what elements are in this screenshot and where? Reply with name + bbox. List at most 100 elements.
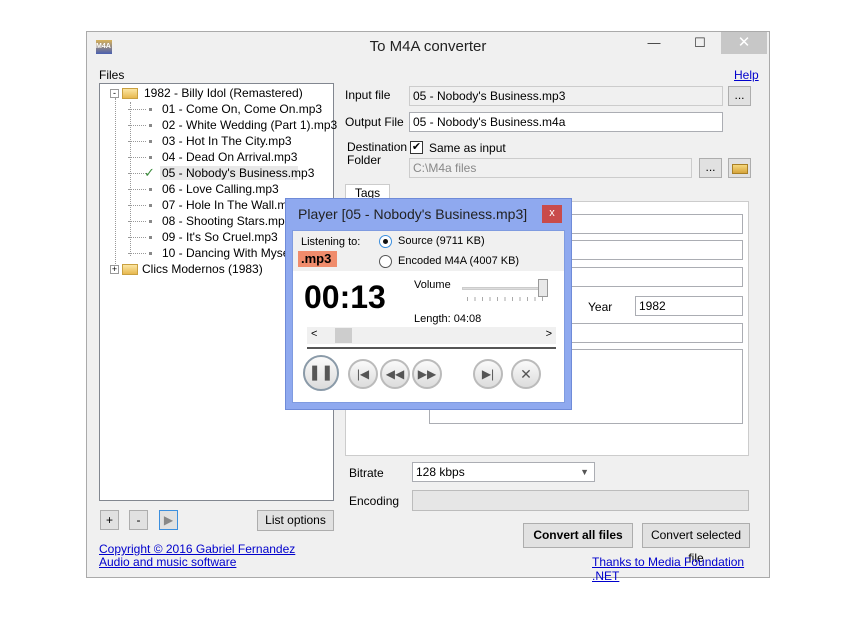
tree-track[interactable]: 03 - Hot In The City.mp3 (100, 133, 330, 149)
close-button[interactable]: ✕ (721, 32, 767, 54)
maximize-button[interactable]: ☐ (677, 32, 723, 54)
volume-label: Volume (414, 279, 451, 291)
tree-album[interactable]: - 1982 - Billy Idol (Remastered) (100, 85, 330, 101)
check-icon: ✓ (144, 165, 155, 180)
source-label: Source (9711 KB) (398, 235, 485, 247)
convert-all-button[interactable]: Convert all files (523, 523, 633, 548)
source-radio[interactable] (379, 235, 392, 248)
track-label: 09 - It's So Cruel.mp3 (162, 230, 278, 244)
collapse-icon[interactable]: - (110, 89, 119, 98)
close-icon: ✕ (520, 366, 532, 382)
track-label: 01 - Come On, Come On.mp3 (162, 102, 323, 116)
position-line (307, 347, 556, 349)
player-body: Listening to: .mp3 Source (9711 KB) Enco… (292, 230, 565, 403)
software-link[interactable]: Audio and music software (99, 555, 236, 569)
player-title: Player [05 - Nobody's Business.mp3] (298, 206, 528, 222)
tree-track[interactable]: 06 - Love Calling.mp3 (100, 181, 330, 197)
bullet-icon (149, 204, 152, 207)
tree-track[interactable]: ✓ 05 - Nobody's Business.mp3 (100, 165, 330, 181)
position-scrollbar[interactable]: < > (307, 327, 556, 344)
volume-ticks (467, 297, 547, 301)
files-label: Files (99, 68, 125, 82)
destination-folder-label: Destination Folder (347, 141, 407, 167)
media-foundation-link[interactable]: Thanks to Media Foundation .NET (592, 555, 769, 583)
position-thumb[interactable] (334, 328, 352, 343)
tree-track[interactable]: 02 - White Wedding (Part 1).mp3 (100, 117, 337, 133)
track-label: 03 - Hot In The City.mp3 (162, 134, 292, 148)
output-file-field[interactable]: 05 - Nobody's Business.m4a (409, 112, 723, 132)
bitrate-select[interactable]: 128 kbps ▼ (412, 462, 595, 482)
listening-to-label: Listening to: (301, 236, 361, 248)
track-label: 10 - Dancing With Myself. (162, 246, 299, 260)
bullet-icon (149, 252, 152, 255)
play-button[interactable]: ▶ (159, 510, 178, 530)
browse-folder-button[interactable]: ... (699, 158, 722, 178)
tree-track[interactable]: 04 - Dead On Arrival.mp3 (100, 149, 330, 165)
fast-forward-icon: ▶▶ (417, 367, 437, 381)
player-close-button[interactable]: x (542, 205, 562, 223)
input-file-field[interactable]: 05 - Nobody's Business.mp3 (409, 86, 723, 106)
remove-file-button[interactable]: - (129, 510, 148, 530)
track-label: 07 - Hole In The Wall.mp3 (162, 198, 301, 212)
same-as-input-checkbox[interactable]: ✔ (410, 141, 423, 154)
folder-label-line: Folder (347, 153, 382, 167)
track-label: 04 - Dead On Arrival.mp3 (162, 150, 298, 164)
stop-button[interactable]: ✕ (511, 359, 541, 389)
folder-icon (122, 88, 138, 99)
scroll-left-arrow[interactable]: < (311, 328, 317, 340)
help-link[interactable]: Help (734, 68, 759, 82)
bitrate-value: 128 kbps (416, 465, 465, 479)
next-button[interactable]: ▶| (473, 359, 503, 389)
tree-track[interactable]: 01 - Come On, Come On.mp3 (100, 101, 330, 117)
bullet-icon (149, 156, 152, 159)
year-label: Year (588, 300, 613, 314)
destination-folder-field[interactable]: C:\M4a files (409, 158, 692, 178)
bullet-icon (149, 236, 152, 239)
encoded-label: Encoded M4A (4007 KB) (398, 255, 520, 267)
bullet-icon (149, 140, 152, 143)
output-file-label: Output File (345, 115, 404, 129)
folder-open-icon (732, 164, 748, 174)
convert-selected-button[interactable]: Convert selected file (642, 523, 750, 565)
encoded-radio[interactable] (379, 255, 392, 268)
folder-icon (122, 264, 138, 275)
encoding-progress-bar (412, 490, 749, 511)
volume-slider[interactable] (462, 287, 547, 290)
skip-next-icon: ▶| (481, 367, 495, 381)
encoding-label: Encoding (349, 494, 400, 508)
add-file-button[interactable]: + (100, 510, 119, 530)
track-label: 02 - White Wedding (Part 1).mp3 (162, 118, 338, 132)
year-field[interactable]: 1982 (635, 296, 743, 316)
rewind-icon: ◀◀ (385, 367, 405, 381)
chevron-down-icon: ▼ (580, 467, 589, 477)
list-options-button[interactable]: List options (257, 510, 334, 531)
pause-button[interactable]: ❚❚ (303, 355, 339, 391)
open-folder-button[interactable] (728, 158, 751, 178)
bullet-icon (149, 124, 152, 127)
track-label: 06 - Love Calling.mp3 (162, 182, 279, 196)
rewind-button[interactable]: ◀◀ (380, 359, 410, 389)
volume-slider-thumb[interactable] (538, 279, 548, 297)
format-badge: .mp3 (298, 251, 337, 267)
bullet-icon (149, 108, 152, 111)
pause-icon: ❚❚ (308, 364, 334, 381)
title-bar: M4A To M4A converter — ☐ ✕ (87, 32, 769, 62)
track-label: 08 - Shooting Stars.mp3 (162, 214, 292, 228)
previous-button[interactable]: |◀ (348, 359, 378, 389)
time-display: 00:13 (304, 279, 386, 315)
copyright-link[interactable]: Copyright © 2016 Gabriel Fernandez (99, 542, 295, 556)
bullet-icon (149, 188, 152, 191)
player-dialog: Player [05 - Nobody's Business.mp3] x Li… (285, 198, 572, 410)
scroll-right-arrow[interactable]: > (546, 328, 552, 340)
length-label: Length: 04:08 (414, 313, 482, 325)
track-label: 05 - Nobody's Business.mp3 (162, 166, 315, 180)
fast-forward-button[interactable]: ▶▶ (412, 359, 442, 389)
minimize-button[interactable]: — (631, 32, 677, 54)
same-as-input-label: Same as input (429, 141, 506, 155)
bitrate-label: Bitrate (349, 466, 384, 480)
expand-icon[interactable]: + (110, 265, 119, 274)
bullet-icon (149, 220, 152, 223)
skip-previous-icon: |◀ (356, 367, 370, 381)
browse-input-button[interactable]: ... (728, 86, 751, 106)
input-file-label: Input file (345, 88, 391, 102)
